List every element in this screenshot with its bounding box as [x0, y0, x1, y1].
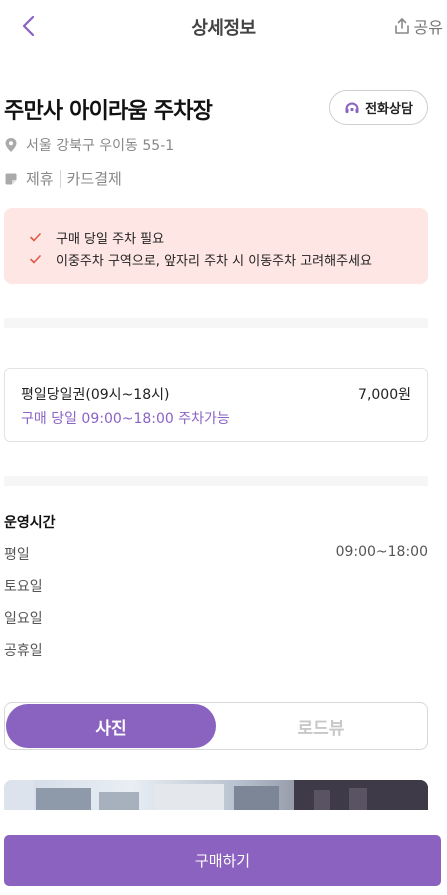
ticket-name: 평일당일권(09시~18시) [21, 387, 170, 403]
notice-item: 이중주차 구역으로, 앞자리 주차 시 이동주차 고려해주세요 [30, 248, 428, 270]
hours-row-saturday: 토요일 [4, 576, 428, 596]
operating-hours-title: 운영시간 [4, 515, 56, 531]
ticket-description: 구매 당일 09:00~18:00 주차가능 [21, 411, 230, 427]
notice-box: 구매 당일 주차 필요 이중주차 구역으로, 앞자리 주차 시 이동주차 고려해… [4, 208, 428, 284]
phone-consult-button[interactable]: 전화상담 [329, 90, 428, 125]
section-divider [4, 318, 428, 328]
share-label: 공유 [413, 18, 443, 37]
address-row: 서울 강북구 우이동 55-1 [4, 135, 174, 155]
ticket-card[interactable]: 평일당일권(09시~18시) 7,000원 구매 당일 09:00~18:00 … [4, 368, 428, 442]
street-photo-image [4, 780, 428, 810]
tab-photo[interactable]: 사진 [6, 704, 216, 748]
notice-text: 구매 당일 주차 필요 [56, 231, 165, 247]
feature-tags: 제휴 카드결제 [4, 168, 122, 189]
hours-day: 토요일 [4, 579, 43, 595]
ticket-price: 7,000원 [358, 387, 411, 403]
section-divider [4, 476, 428, 486]
tag-divider [59, 169, 61, 188]
notice-text: 이중주차 구역으로, 앞자리 주차 시 이동주차 고려해주세요 [56, 253, 372, 269]
hours-row-weekday: 평일 09:00~18:00 [4, 544, 428, 564]
tag-card-payment: 카드결제 [66, 170, 122, 188]
phone-consult-label: 전화상담 [365, 102, 413, 117]
headset-icon [345, 102, 359, 113]
top-bar: 상세정보 공유 [0, 0, 447, 54]
location-pin-icon [5, 138, 17, 152]
purchase-button[interactable]: 구매하기 [4, 835, 441, 886]
page-title: 상세정보 [191, 18, 256, 39]
hours-day: 공휴일 [4, 643, 43, 659]
hours-row-sunday: 일요일 [4, 608, 428, 628]
address-text: 서울 강북구 우이동 55-1 [26, 138, 175, 154]
hours-time: 09:00~18:00 [335, 544, 428, 560]
check-icon [30, 254, 41, 263]
hours-day: 일요일 [4, 611, 43, 627]
view-toggle: 사진 로드뷰 [4, 702, 428, 750]
share-icon [394, 18, 409, 34]
hours-day: 평일 [4, 547, 30, 563]
tag-icon [5, 173, 17, 184]
parking-lot-photo[interactable] [4, 780, 428, 810]
notice-item: 구매 당일 주차 필요 [30, 226, 428, 248]
tab-roadview[interactable]: 로드뷰 [216, 704, 426, 748]
parking-lot-name: 주만사 아이라움 주차장 [4, 99, 213, 124]
share-button[interactable]: 공유 [393, 14, 443, 38]
check-icon [30, 232, 41, 241]
hours-row-holiday: 공휴일 [4, 640, 428, 660]
tag-partner: 제휴 [26, 170, 54, 188]
